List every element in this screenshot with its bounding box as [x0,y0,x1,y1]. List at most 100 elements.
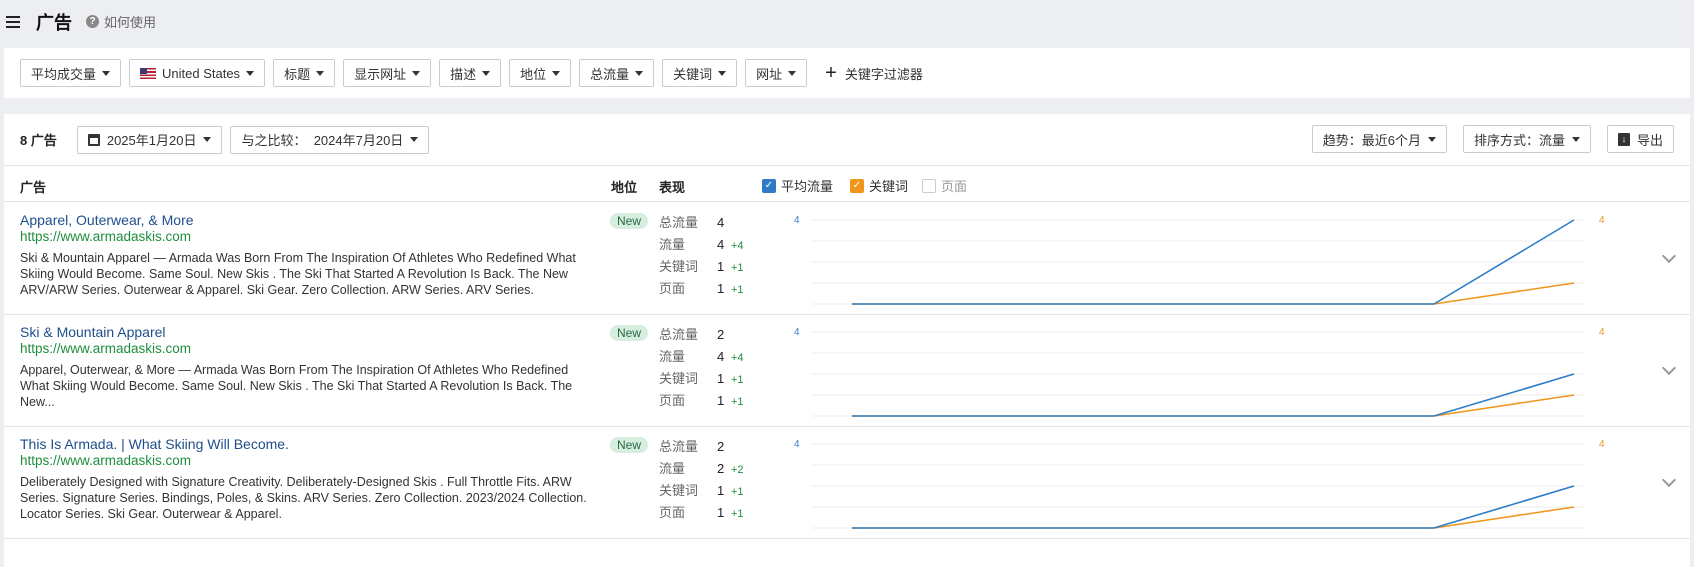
chevron-down-icon [1427,136,1436,142]
filter-button[interactable]: United States [129,59,266,87]
ads-count: 8 广告 [20,133,57,148]
hamburger-menu-icon[interactable] [2,13,24,31]
chevron-down-icon [316,70,325,76]
filter-button[interactable]: 地位 [509,59,572,87]
download-icon: ↓ [1617,132,1630,146]
filter-button[interactable]: 显示网址 [343,59,432,87]
question-icon: ? [86,15,99,28]
filter-bar: 平均成交量 United States 标题 显示网址 描述 地位 总流量 关键词 网址 + 关… [4,48,1690,98]
compare-date-button[interactable]: 与之比较： 2024年7月20日 [230,125,430,154]
chevron-down-icon [412,70,421,76]
filter-label: 显示网址 [354,66,407,82]
metric-value: 4 [717,237,725,252]
metric-value: 1 [717,505,725,520]
date-label: 2025年1月20日 [106,133,197,148]
filter-button[interactable]: 网址 [745,59,808,87]
right-axis-max-label: 4 [1599,215,1605,226]
metric-label: 关键词 [659,483,699,498]
date-picker-button[interactable]: 2025年1月20日 [76,125,223,154]
chevron-down-icon [635,70,644,76]
ad-row: This Is Armada. | What Skiing Will Becom… [4,427,1690,539]
help-link[interactable]: ? 如何使用 [86,12,156,31]
filter-button[interactable]: 描述 [439,59,502,87]
metric-value: 4 [717,215,725,230]
left-axis-max-label: 4 [794,215,800,226]
metric-row: 关键词 1 +1 [659,368,744,390]
ad-url[interactable]: https://www.armadaskis.com [20,229,191,244]
ad-description: Deliberately Designed with Signature Cre… [20,475,587,521]
ad-row: Apparel, Outerwear, & More https://www.a… [4,203,1690,315]
metric-label: 流量 [659,461,686,476]
metric-row: 流量 4 +4 [659,234,744,256]
calendar-icon [87,133,100,146]
metric-value: 1 [717,483,725,498]
ad-description: Apparel, Outerwear, & More — Armada Was … [20,363,573,409]
traffic-trend-chart: 44 [794,215,1605,305]
performance-metrics: 总流量 2 流量 2 +2 关键词 1 +1 页面 1 +1 [659,436,744,524]
ad-title-link[interactable]: Apparel, Outerwear, & More [20,212,194,228]
expand-chevron-icon[interactable] [1661,360,1677,375]
expand-chevron-icon[interactable] [1661,472,1677,487]
help-label: 如何使用 [104,15,157,30]
ad-title-link[interactable]: This Is Armada. | What Skiing Will Becom… [20,436,289,452]
chevron-down-icon [203,137,212,142]
results-toolbar: 8 广告 2025年1月20日 与之比较： 2024年7月20日 趋势：最近6个… [4,114,1690,165]
legend-keywords[interactable]: ✓ 关键词 [850,176,908,195]
metric-label: 页面 [659,505,686,520]
ad-description: Ski & Mountain Apparel — Armada Was Born… [20,251,576,297]
ad-url[interactable]: https://www.armadaskis.com [20,453,191,468]
column-header-position: 地位 [611,180,638,195]
chevron-down-icon [1571,136,1580,142]
metric-row: 总流量 2 [659,436,744,458]
legend-pages[interactable]: 页面 [922,176,967,195]
metric-row: 关键词 1 +1 [659,256,744,278]
performance-metrics: 总流量 4 流量 4 +4 关键词 1 +1 页面 1 +1 [659,212,744,300]
filter-button[interactable]: 关键词 [662,59,738,87]
legend-avg-traffic-label: 平均流量 [781,179,834,194]
checkbox-checked-icon: ✓ [850,178,864,193]
trend-select-button[interactable]: 趋势：最近6个月 [1311,125,1447,153]
expand-chevron-icon[interactable] [1661,248,1677,263]
keywords-series-line [852,282,1575,305]
keyword-filter-button[interactable]: + 关键字过滤器 [825,63,923,83]
export-button[interactable]: ↓ 导出 [1606,125,1674,153]
ad-row: Ski & Mountain Apparel https://www.armad… [4,315,1690,427]
metric-delta: +4 [731,352,744,364]
filter-button[interactable]: 总流量 [579,59,655,87]
filter-label: 总流量 [590,66,630,82]
metric-label: 总流量 [659,439,699,454]
right-axis-max-label: 4 [1599,327,1605,338]
metric-row: 页面 1 +1 [659,390,744,412]
legend-avg-traffic[interactable]: ✓ 平均流量 [762,176,833,195]
metric-value: 1 [717,393,725,408]
ad-title-link[interactable]: Ski & Mountain Apparel [20,324,166,340]
column-header-ad: 广告 [20,180,47,195]
metric-value: 1 [717,259,725,274]
filter-button[interactable]: 平均成交量 [20,59,122,87]
new-badge: New [610,325,649,341]
chevron-down-icon [246,70,255,76]
filter-label: 地位 [520,66,547,82]
right-axis-max-label: 4 [1599,439,1605,450]
metric-value: 2 [717,439,725,454]
chevron-down-icon [482,70,491,76]
filter-label: 标题 [284,66,311,82]
sort-select-button[interactable]: 排序方式：流量 [1462,125,1591,153]
metric-label: 页面 [659,393,686,408]
metric-value: 2 [717,327,725,342]
chevron-down-icon [552,70,561,76]
metric-delta: +1 [731,508,744,520]
metric-delta: +1 [731,486,744,498]
ad-url[interactable]: https://www.armadaskis.com [20,341,191,356]
filter-button[interactable]: 标题 [273,59,336,87]
legend-keywords-label: 关键词 [869,179,909,194]
us-flag-icon [140,67,157,79]
metric-row: 关键词 1 +1 [659,480,744,502]
filter-label: 描述 [450,66,477,82]
ads-panel: 8 广告 2025年1月20日 与之比较： 2024年7月20日 趋势：最近6个… [4,114,1690,567]
traffic-trend-chart: 44 [794,327,1605,417]
keyword-filter-label: 关键字过滤器 [844,66,923,82]
keywords-series-line [852,394,1575,417]
metric-value: 1 [717,371,725,386]
table-header: 广告 地位 表现 ✓ 平均流量 ✓ 关键词 页面 [4,165,1690,202]
